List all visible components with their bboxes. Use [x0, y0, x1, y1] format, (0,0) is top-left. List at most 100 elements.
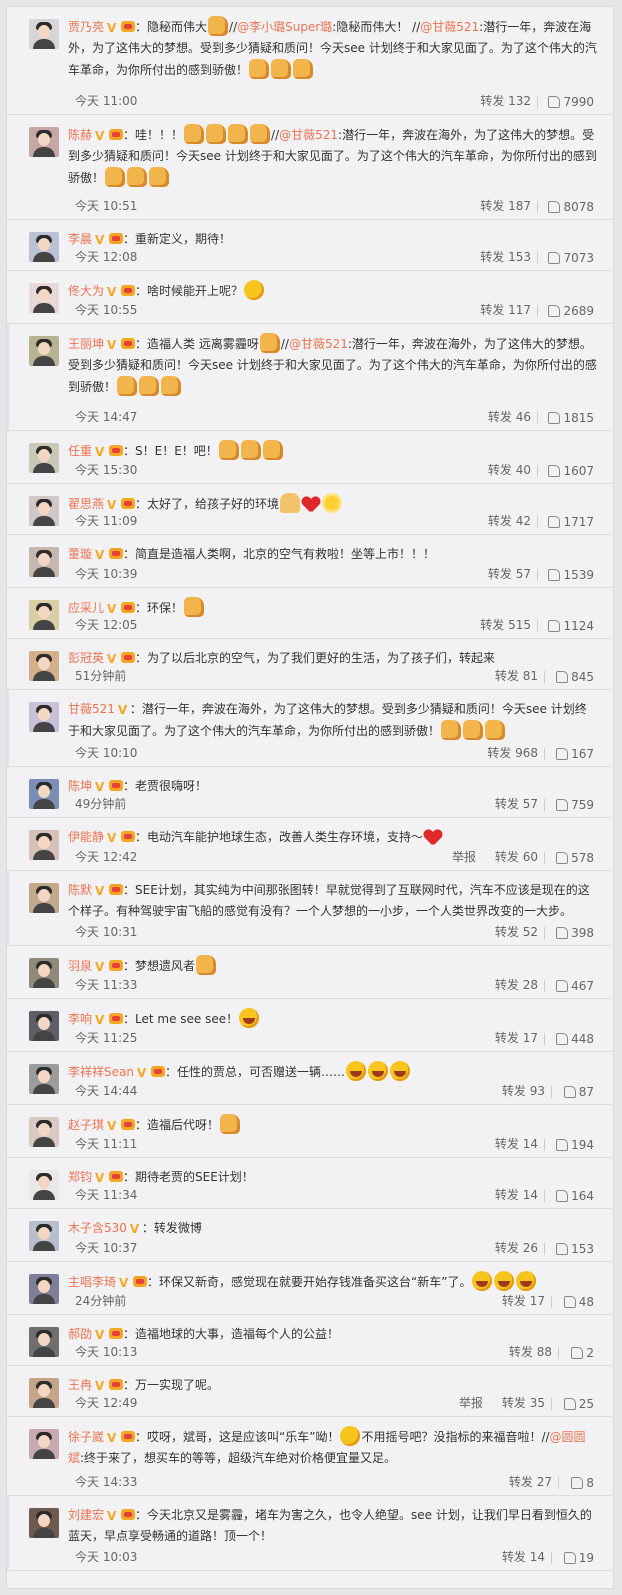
vip-badge-icon[interactable] — [109, 129, 124, 140]
username-link[interactable]: 王丽坤 — [68, 337, 104, 351]
vip-badge-icon[interactable] — [109, 1013, 124, 1024]
repost-button[interactable]: 转发 27 — [509, 1473, 552, 1490]
verified-badge-icon[interactable]: V — [95, 1014, 107, 1026]
vip-badge-icon[interactable] — [121, 1431, 136, 1442]
like-button[interactable]: 1815 — [548, 411, 594, 425]
repost-button[interactable]: 转发 40 — [488, 461, 531, 478]
repost-button[interactable]: 转发 81 — [495, 667, 538, 684]
verified-badge-icon[interactable]: V — [95, 961, 107, 973]
avatar[interactable] — [29, 336, 59, 366]
like-button[interactable]: 467 — [556, 979, 594, 993]
username-link[interactable]: 陈默 — [68, 883, 92, 897]
repost-button[interactable]: 转发 14 — [495, 1135, 538, 1152]
verified-badge-icon[interactable]: V — [95, 234, 107, 246]
avatar[interactable] — [29, 127, 59, 157]
username-link[interactable]: 翟思燕 — [68, 497, 104, 511]
verified-badge-icon[interactable]: V — [95, 1329, 107, 1341]
username-link[interactable]: 羽泉 — [68, 959, 92, 973]
username-link[interactable]: 陈坤 — [68, 779, 92, 793]
vip-badge-icon[interactable] — [121, 602, 136, 613]
avatar[interactable] — [29, 1508, 59, 1538]
avatar[interactable] — [29, 443, 59, 473]
report-link[interactable]: 举报 — [452, 848, 476, 865]
repost-button[interactable]: 转发 14 — [502, 1548, 545, 1565]
vip-badge-icon[interactable] — [109, 780, 124, 791]
avatar[interactable] — [29, 1170, 59, 1200]
avatar[interactable] — [29, 232, 59, 262]
verified-badge-icon[interactable]: V — [95, 1172, 107, 1184]
username-link[interactable]: 刘建宏 — [68, 1508, 104, 1522]
avatar[interactable] — [29, 883, 59, 913]
vip-badge-icon[interactable] — [121, 338, 136, 349]
username-link[interactable]: 陈赫 — [68, 128, 92, 142]
vip-badge-icon[interactable] — [109, 1379, 124, 1390]
verified-badge-icon[interactable]: V — [107, 603, 119, 615]
like-button[interactable]: 153 — [556, 1242, 594, 1256]
verified-badge-icon[interactable]: V — [107, 832, 119, 844]
repost-button[interactable]: 转发 42 — [488, 512, 531, 529]
vip-badge-icon[interactable] — [109, 548, 124, 559]
mention-link[interactable]: @甘薇521 — [279, 128, 338, 142]
vip-badge-icon[interactable] — [121, 21, 136, 32]
like-button[interactable]: 25 — [563, 1397, 594, 1411]
mention-link[interactable]: @甘薇521 — [289, 337, 348, 351]
like-button[interactable]: 7073 — [548, 251, 594, 265]
username-link[interactable]: 赵子琪 — [68, 1118, 104, 1132]
verified-badge-icon[interactable]: V — [95, 781, 107, 793]
like-button[interactable]: 48 — [563, 1295, 594, 1309]
avatar[interactable] — [29, 600, 59, 630]
repost-button[interactable]: 转发 93 — [502, 1082, 545, 1099]
username-link[interactable]: 主唱李琦 — [68, 1275, 116, 1289]
like-button[interactable]: 167 — [556, 747, 594, 761]
username-link[interactable]: 佟大为 — [68, 284, 104, 298]
avatar[interactable] — [29, 1117, 59, 1147]
repost-button[interactable]: 转发 28 — [495, 976, 538, 993]
vip-badge-icon[interactable] — [150, 1066, 165, 1077]
like-button[interactable]: 8 — [571, 1476, 594, 1490]
repost-button[interactable]: 转发 57 — [488, 565, 531, 582]
avatar[interactable] — [29, 779, 59, 809]
vip-badge-icon[interactable] — [109, 1328, 124, 1339]
vip-badge-icon[interactable] — [109, 1171, 124, 1182]
verified-badge-icon[interactable]: V — [95, 1380, 107, 1392]
repost-button[interactable]: 转发 57 — [495, 795, 538, 812]
vip-badge-icon[interactable] — [121, 1119, 136, 1130]
verified-badge-icon[interactable]: V — [107, 1120, 119, 1132]
vip-badge-icon[interactable] — [109, 233, 124, 244]
vip-badge-icon[interactable] — [109, 445, 124, 456]
verified-badge-icon[interactable]: V — [130, 1223, 142, 1235]
username-link[interactable]: 甘薇521 — [68, 702, 115, 716]
repost-button[interactable]: 转发 515 — [480, 616, 531, 633]
verified-badge-icon[interactable]: V — [107, 22, 119, 34]
like-button[interactable]: 1124 — [548, 619, 594, 633]
repost-button[interactable]: 转发 26 — [495, 1239, 538, 1256]
like-button[interactable]: 398 — [556, 926, 594, 940]
repost-button[interactable]: 转发 17 — [502, 1292, 545, 1309]
username-link[interactable]: 贾乃亮 — [68, 20, 104, 34]
avatar[interactable] — [29, 1274, 59, 1304]
repost-button[interactable]: 转发 153 — [480, 248, 531, 265]
verified-badge-icon[interactable]: V — [95, 549, 107, 561]
avatar[interactable] — [29, 1064, 59, 1094]
username-link[interactable]: 郝劭 — [68, 1327, 92, 1341]
username-link[interactable]: 木子含530 — [68, 1221, 127, 1235]
repost-button[interactable]: 转发 14 — [495, 1186, 538, 1203]
username-link[interactable]: 李响 — [68, 1012, 92, 1026]
like-button[interactable]: 845 — [556, 670, 594, 684]
repost-button[interactable]: 转发 117 — [480, 301, 531, 318]
username-link[interactable]: 李祥祥Sean — [68, 1065, 134, 1079]
repost-button[interactable]: 转发 187 — [480, 197, 531, 214]
like-button[interactable]: 87 — [563, 1085, 594, 1099]
username-link[interactable]: 郑钧 — [68, 1170, 92, 1184]
verified-badge-icon[interactable]: V — [107, 1432, 119, 1444]
verified-badge-icon[interactable]: V — [107, 653, 119, 665]
username-link[interactable]: 王冉 — [68, 1378, 92, 1392]
like-button[interactable]: 19 — [563, 1551, 594, 1565]
repost-button[interactable]: 转发 132 — [480, 92, 531, 109]
avatar[interactable] — [29, 1221, 59, 1251]
vip-badge-icon[interactable] — [121, 285, 136, 296]
username-link[interactable]: 李晨 — [68, 232, 92, 246]
repost-button[interactable]: 转发 17 — [495, 1029, 538, 1046]
avatar[interactable] — [29, 496, 59, 526]
avatar[interactable] — [29, 830, 59, 860]
